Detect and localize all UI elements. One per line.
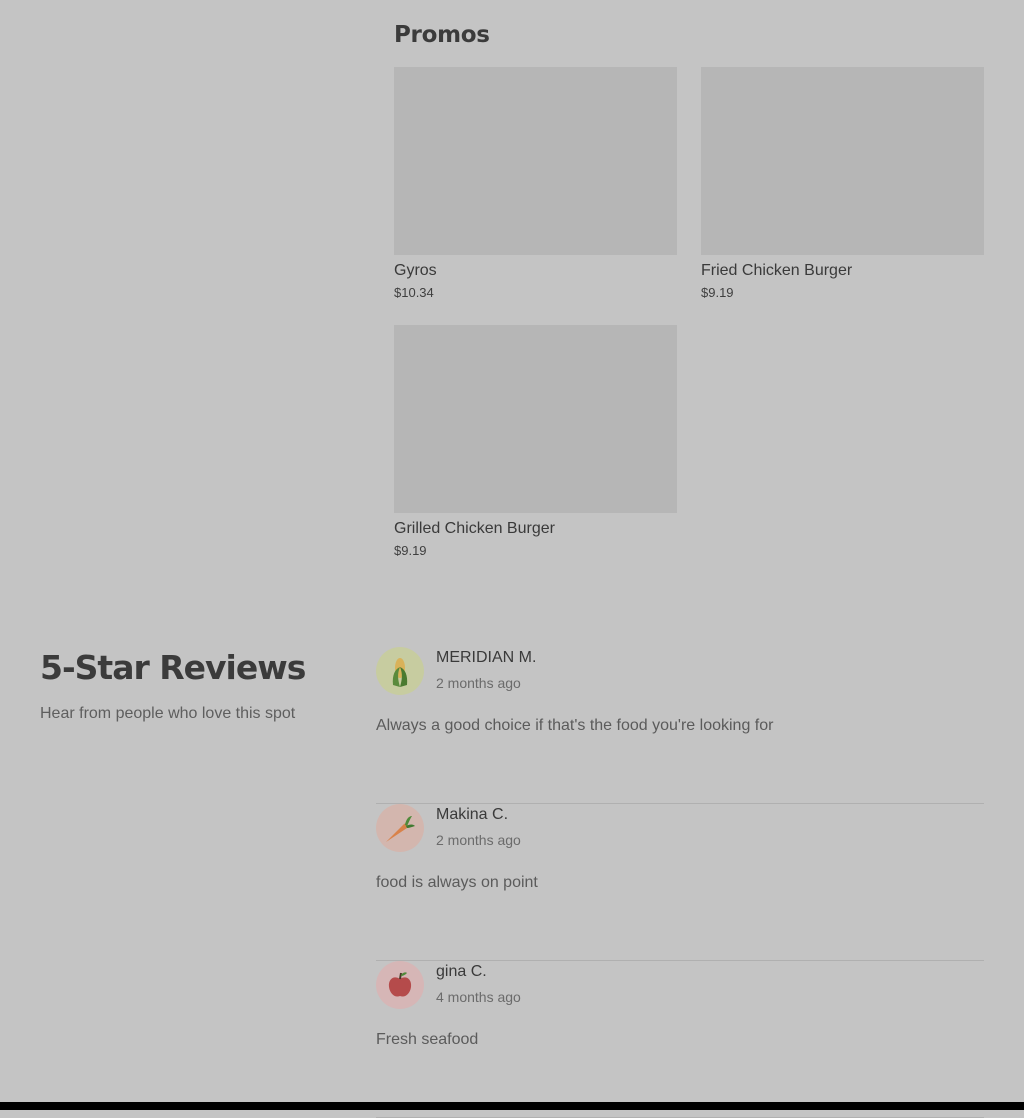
review-item: gina C. 4 months ago Fresh seafood xyxy=(376,961,984,1118)
review-date: 2 months ago xyxy=(436,675,521,691)
promo-item-name[interactable]: Gyros xyxy=(394,261,677,281)
reviewer-name: Makina C. xyxy=(436,806,509,823)
review-date: 2 months ago xyxy=(436,832,521,848)
promo-item-name[interactable]: Fried Chicken Burger xyxy=(701,261,984,281)
avatar xyxy=(376,961,424,1009)
promo-image[interactable] xyxy=(394,67,677,255)
reviewer-name: MERIDIAN M. xyxy=(436,649,537,666)
promo-card-fried-chicken-burger[interactable]: Fried Chicken Burger $9.19 xyxy=(701,67,984,301)
bottom-bar xyxy=(0,1102,1024,1110)
review-text: Always a good choice if that's the food … xyxy=(376,717,774,734)
reviews-subheading: Hear from people who love this spot xyxy=(40,705,296,722)
apple-icon xyxy=(376,961,424,1009)
carrot-icon xyxy=(376,804,424,852)
promo-item-price: $9.19 xyxy=(701,285,734,300)
review-text: food is always on point xyxy=(376,874,538,891)
promo-item-name[interactable]: Grilled Chicken Burger xyxy=(394,519,677,539)
review-item: MERIDIAN M. 2 months ago Always a good c… xyxy=(376,647,984,804)
review-text: Fresh seafood xyxy=(376,1031,479,1048)
corn-icon xyxy=(376,647,424,695)
avatar xyxy=(376,804,424,852)
promo-image[interactable] xyxy=(701,67,984,255)
promo-card-gyros[interactable]: Gyros $10.34 xyxy=(394,67,677,301)
promo-card-grilled-chicken-burger[interactable]: Grilled Chicken Burger $9.19 xyxy=(394,325,677,559)
review-list: MERIDIAN M. 2 months ago Always a good c… xyxy=(376,647,984,1118)
promos-title: Promos xyxy=(394,22,490,48)
store-page: Promos Gyros $10.34 Fried Chicken Burger… xyxy=(0,0,1024,1118)
promos-section: Promos Gyros $10.34 Fried Chicken Burger… xyxy=(394,18,984,558)
promo-image[interactable] xyxy=(394,325,677,513)
avatar xyxy=(376,647,424,695)
reviews-heading: 5-Star Reviews xyxy=(40,648,306,687)
reviewer-name: gina C. xyxy=(436,963,487,980)
review-item: Makina C. 2 months ago food is always on… xyxy=(376,804,984,961)
promo-item-price: $10.34 xyxy=(394,285,434,300)
promo-item-price: $9.19 xyxy=(394,543,427,558)
review-date: 4 months ago xyxy=(436,989,521,1005)
